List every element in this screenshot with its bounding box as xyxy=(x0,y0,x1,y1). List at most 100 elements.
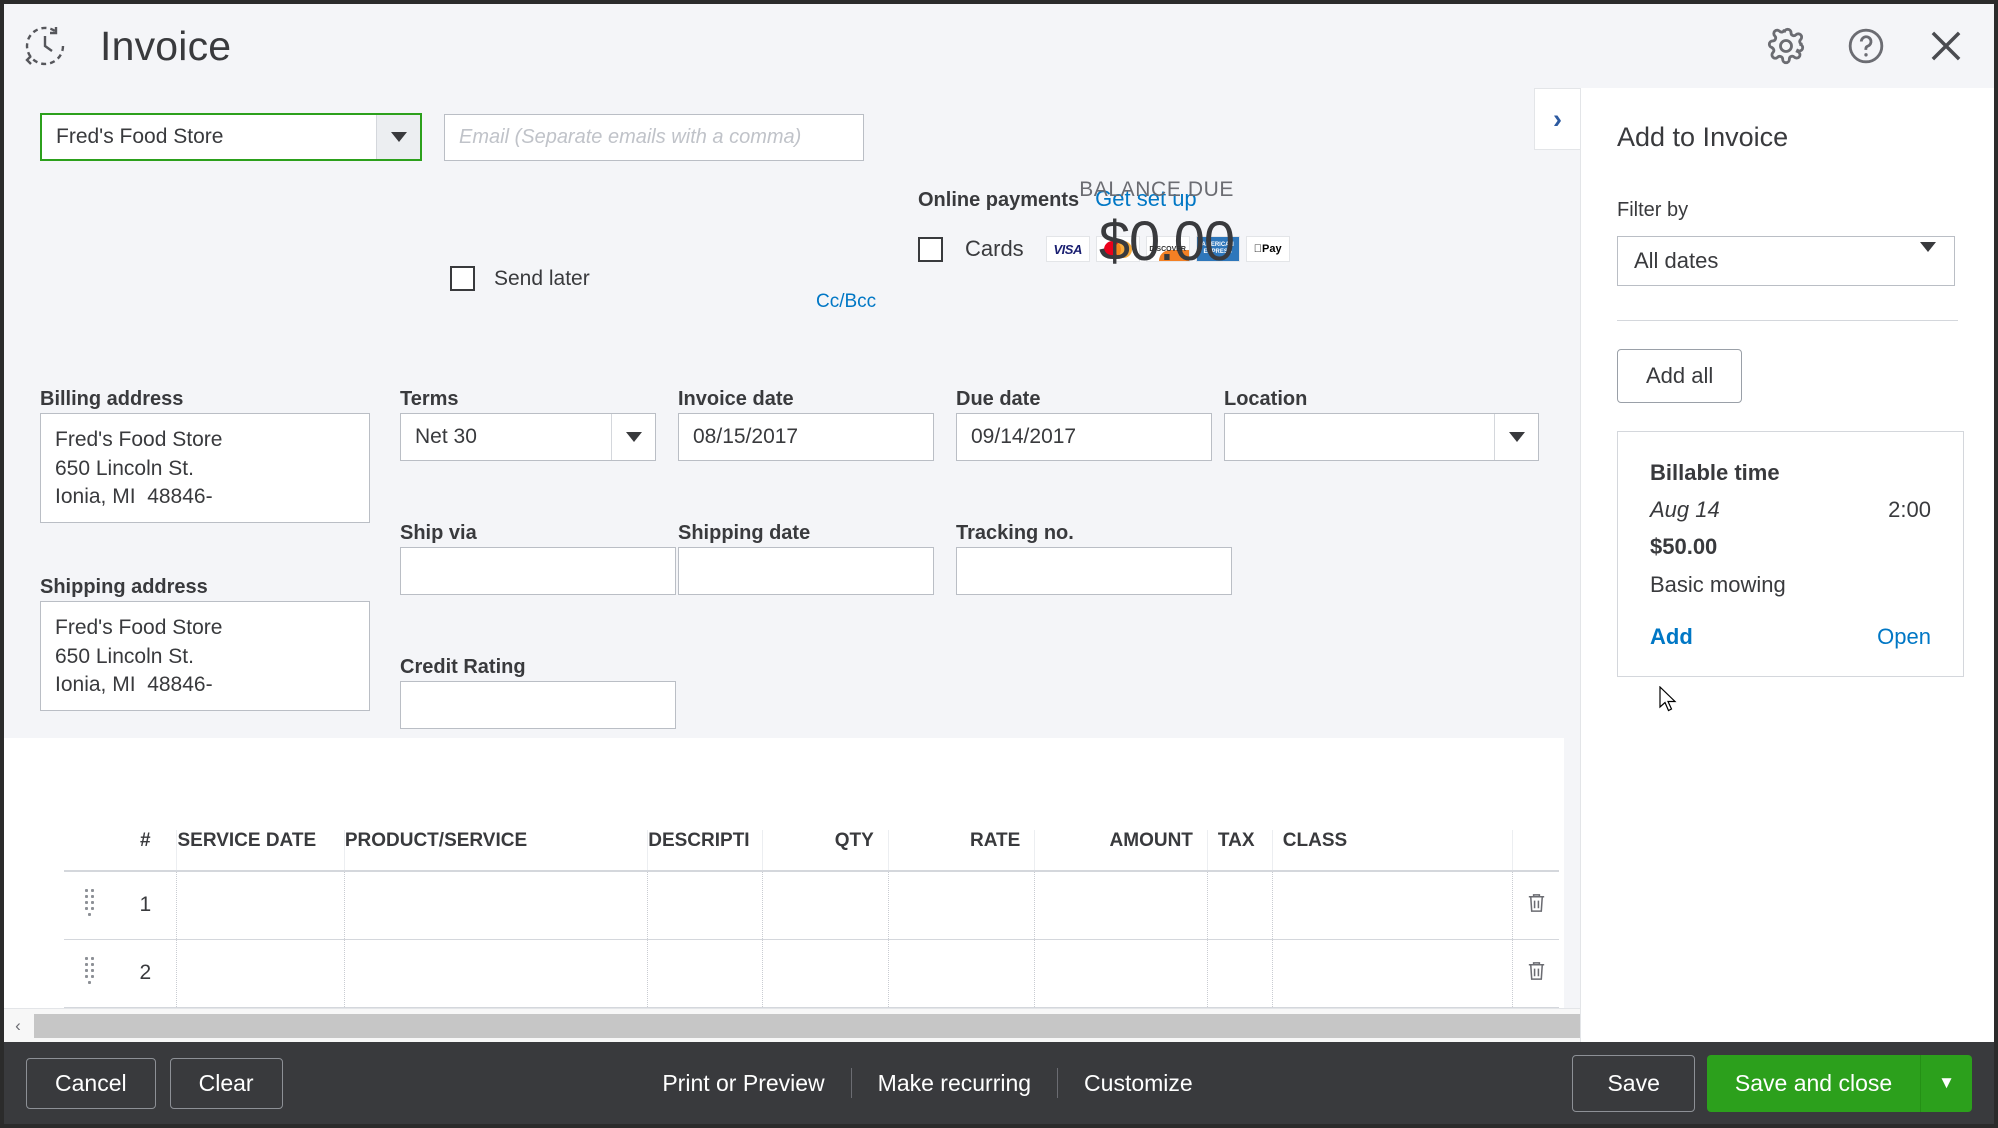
chevron-down-icon[interactable] xyxy=(1920,242,1954,270)
cell-product-service[interactable] xyxy=(344,939,649,1008)
table-row[interactable]: 1 xyxy=(64,871,1559,940)
table-header-row: # SERVICE DATE PRODUCT/SERVICE DESCRIPTI… xyxy=(64,830,1559,871)
cell-tax[interactable] xyxy=(1207,871,1273,940)
billing-address-label: Billing address xyxy=(40,388,184,410)
col-tax: TAX xyxy=(1207,830,1273,871)
table-row[interactable]: 2 xyxy=(64,939,1559,1008)
cell-amount[interactable] xyxy=(1034,939,1208,1008)
filter-by-value: All dates xyxy=(1634,248,1719,273)
billable-time-add-link[interactable]: Add xyxy=(1650,624,1693,650)
invoice-form-pane: Fred's Food Store Send later Cc/Bcc Onli… xyxy=(4,88,1564,1042)
terms-label: Terms xyxy=(400,388,459,410)
balance-due-amount: $0.00 xyxy=(1098,209,1235,272)
credit-rating-label: Credit Rating xyxy=(400,656,526,678)
cell-description[interactable] xyxy=(647,939,764,1008)
billable-time-open-link[interactable]: Open xyxy=(1877,624,1931,650)
credit-rating-input[interactable] xyxy=(400,681,676,729)
make-recurring-link[interactable]: Make recurring xyxy=(852,1068,1059,1098)
add-all-button[interactable]: Add all xyxy=(1617,349,1743,403)
chevron-down-icon[interactable]: ▼ xyxy=(1920,1054,1972,1112)
shipping-date-label: Shipping date xyxy=(678,522,811,544)
line-items-section: # SERVICE DATE PRODUCT/SERVICE DESCRIPTI… xyxy=(4,738,1564,1042)
cell-rate[interactable] xyxy=(888,939,1036,1008)
cell-product-service[interactable] xyxy=(344,871,649,940)
billable-time-date: Aug 14 xyxy=(1650,497,1720,522)
footer-bar: Cancel Clear Print or Preview Make recur… xyxy=(4,1042,1994,1124)
scroll-left-icon[interactable]: ‹ xyxy=(4,1016,32,1036)
shipping-address-input[interactable] xyxy=(40,601,370,711)
clear-button[interactable]: Clear xyxy=(169,1057,283,1109)
help-circle-icon[interactable] xyxy=(1844,24,1888,68)
trash-icon[interactable] xyxy=(1512,871,1559,940)
cards-label: Cards xyxy=(965,236,1024,261)
cc-bcc-link[interactable]: Cc/Bcc xyxy=(816,291,876,313)
cards-checkbox[interactable] xyxy=(918,236,943,262)
shipping-date-input[interactable] xyxy=(678,547,934,595)
add-to-invoice-drawer: Add to Invoice Filter by All dates Add a… xyxy=(1580,88,1994,1042)
row-number: 1 xyxy=(114,871,178,940)
cell-description[interactable] xyxy=(647,871,764,940)
terms-select[interactable]: Net 30 xyxy=(400,413,656,461)
due-date-input[interactable] xyxy=(956,413,1212,461)
cell-rate[interactable] xyxy=(888,871,1036,940)
tracking-no-input[interactable] xyxy=(956,547,1232,595)
cell-class[interactable] xyxy=(1272,871,1514,940)
email-input[interactable] xyxy=(444,114,864,161)
send-later-row[interactable]: Send later xyxy=(450,266,590,291)
send-later-checkbox[interactable] xyxy=(450,266,475,291)
filter-by-select[interactable]: All dates xyxy=(1617,236,1955,286)
location-select[interactable] xyxy=(1224,413,1539,461)
ship-via-input[interactable] xyxy=(400,547,676,595)
chevron-down-icon[interactable] xyxy=(1494,414,1538,460)
billable-time-card: Billable time Aug 14 2:00 $50.00 Basic m… xyxy=(1617,431,1964,677)
customize-link[interactable]: Customize xyxy=(1058,1068,1219,1098)
trash-icon[interactable] xyxy=(1512,939,1559,1008)
print-or-preview-link[interactable]: Print or Preview xyxy=(636,1068,852,1098)
cell-tax[interactable] xyxy=(1207,939,1273,1008)
col-amount: AMOUNT xyxy=(1034,830,1208,871)
billing-address-input[interactable] xyxy=(40,413,370,523)
cancel-button[interactable]: Cancel xyxy=(26,1057,156,1109)
online-payments-label: Online payments xyxy=(918,189,1080,211)
quickbooks-history-icon xyxy=(22,23,68,69)
drag-handle-icon[interactable] xyxy=(64,871,115,940)
drawer-toggle-button[interactable]: › xyxy=(1534,88,1580,150)
save-button[interactable]: Save xyxy=(1572,1054,1695,1112)
col-handle xyxy=(64,830,114,871)
chevron-down-icon[interactable] xyxy=(376,115,420,159)
mouse-cursor xyxy=(1659,685,1679,714)
location-label: Location xyxy=(1224,388,1308,410)
col-qty: QTY xyxy=(762,830,889,871)
billable-time-description: Basic mowing xyxy=(1650,572,1786,597)
invoice-date-input[interactable] xyxy=(678,413,934,461)
col-rate: RATE xyxy=(888,830,1036,871)
gear-icon[interactable] xyxy=(1764,24,1808,68)
invoice-window: Invoice Fred's Food Store Email (Separat… xyxy=(0,0,1998,1128)
save-and-close-button[interactable]: Save and close xyxy=(1706,1054,1921,1112)
drawer-title: Add to Invoice xyxy=(1617,122,1789,152)
due-date-label: Due date xyxy=(956,388,1041,410)
save-and-close-group: Save and close ▼ xyxy=(1706,1054,1972,1112)
col-class: CLASS xyxy=(1272,830,1514,871)
customer-select[interactable]: Fred's Food Store xyxy=(40,113,422,161)
invoice-date-label: Invoice date xyxy=(678,388,794,410)
cell-qty[interactable] xyxy=(762,939,889,1008)
cell-amount[interactable] xyxy=(1034,871,1208,940)
close-icon[interactable] xyxy=(1924,24,1968,68)
terms-value: Net 30 xyxy=(415,425,477,448)
cell-class[interactable] xyxy=(1272,939,1514,1008)
col-number: # xyxy=(114,830,178,871)
drag-handle-icon[interactable] xyxy=(64,939,115,1008)
cell-service-date[interactable] xyxy=(176,939,345,1008)
cell-qty[interactable] xyxy=(762,871,889,940)
filter-by-label: Filter by xyxy=(1617,199,1689,221)
col-description: DESCRIPTI xyxy=(647,830,764,871)
balance-due-label: BALANCE DUE xyxy=(1079,178,1234,201)
col-service-date: SERVICE DATE xyxy=(176,830,345,871)
ship-via-label: Ship via xyxy=(400,522,477,544)
cell-service-date[interactable] xyxy=(176,871,345,940)
chevron-down-icon[interactable] xyxy=(611,414,655,460)
shipping-address-label: Shipping address xyxy=(40,576,208,598)
billable-time-duration: 2:00 xyxy=(1888,497,1931,522)
page-title: Invoice xyxy=(100,22,232,69)
